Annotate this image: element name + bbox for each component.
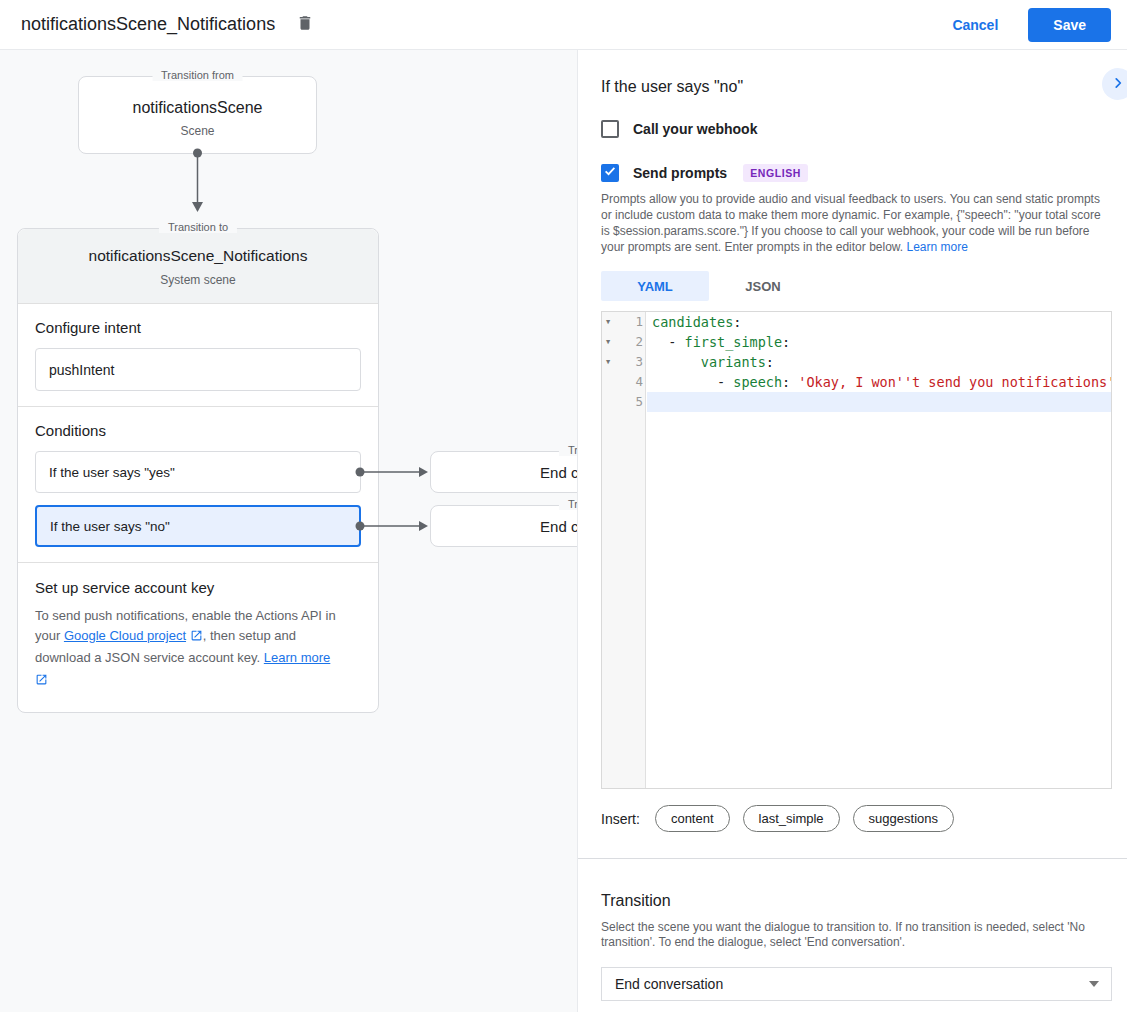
insert-chip-suggestions[interactable]: suggestions <box>853 805 954 832</box>
service-account-section: Set up service account key To send push … <box>18 563 378 712</box>
trash-icon <box>296 14 314 35</box>
transition-to-label: Transition to <box>559 498 578 510</box>
save-button[interactable]: Save <box>1028 8 1111 42</box>
editor-format-tabs: YAMLJSON <box>601 271 1112 301</box>
google-cloud-project-link[interactable]: Google Cloud project <box>64 628 186 643</box>
line-number: 3 <box>617 352 647 372</box>
editor-gutter-cell: 5 <box>602 392 647 412</box>
from-node-title: notificationsScene <box>79 99 316 117</box>
end-conversation-node[interactable]: Transition to End conversation <box>430 505 578 547</box>
transition-heading: Transition <box>601 892 1112 910</box>
editor-code: - speech: 'Okay, I won''t send you notif… <box>647 372 1111 392</box>
from-node-subtitle: Scene <box>79 124 316 138</box>
page-title: notificationsScene_Notifications <box>21 14 275 35</box>
editor-line[interactable]: ▼2 - first_simple: <box>602 332 1111 352</box>
prompts-description-text: Prompts allow you to provide audio and v… <box>601 192 1101 254</box>
service-account-heading: Set up service account key <box>35 579 361 596</box>
webhook-checkbox[interactable] <box>601 120 619 138</box>
webhook-row: Call your webhook <box>601 120 1112 138</box>
editor-gutter-cell: ▼3 <box>602 352 647 372</box>
fold-arrow-icon[interactable]: ▼ <box>602 312 617 332</box>
transition-to-label: Transition to <box>559 444 578 456</box>
collapse-panel-button[interactable] <box>1102 68 1127 100</box>
scene-card-header[interactable]: notificationsScene_Notifications System … <box>18 229 378 304</box>
line-number: 1 <box>617 312 647 332</box>
external-link-icon <box>190 628 203 648</box>
scene-card-subtitle: System scene <box>18 273 378 287</box>
editor-line[interactable]: ▼1candidates: <box>602 312 1111 332</box>
editor-gutter-cell: 4 <box>602 372 647 392</box>
header: notificationsScene_Notifications Cancel … <box>0 0 1127 50</box>
end-node-title: End conversation <box>540 464 578 481</box>
scene-card: Transition to notificationsScene_Notific… <box>17 228 379 713</box>
editor-gutter-cell: ▼2 <box>602 332 647 352</box>
editor-code: - first_simple: <box>647 332 1111 352</box>
intent-item[interactable]: pushIntent <box>35 348 361 391</box>
conditions-heading: Conditions <box>35 422 361 439</box>
end-node-title: End conversation <box>540 518 578 535</box>
section-divider <box>578 858 1127 859</box>
editor-code <box>647 392 1111 412</box>
editor-line[interactable]: 5 <box>602 392 1111 412</box>
editor-line[interactable]: 4 - speech: 'Okay, I won''t send you not… <box>602 372 1111 392</box>
external-link-icon <box>35 672 351 692</box>
condition-item[interactable]: If the user says "no" <box>35 505 361 547</box>
transition-select[interactable]: End conversation <box>601 967 1112 1001</box>
line-number: 2 <box>617 332 647 352</box>
checkmark-icon <box>603 164 617 182</box>
line-number: 5 <box>617 392 647 412</box>
learn-more-link[interactable]: Learn more <box>264 650 330 665</box>
send-prompts-row: Send prompts ENGLISH <box>601 164 1112 182</box>
transition-from-node[interactable]: Transition from notificationsScene Scene <box>78 76 317 154</box>
language-badge: ENGLISH <box>743 164 808 182</box>
learn-more-link[interactable]: Learn more <box>906 240 967 254</box>
editor-gutter-cell: ▼1 <box>602 312 647 332</box>
scene-card-title: notificationsScene_Notifications <box>18 247 378 265</box>
fold-arrow-icon[interactable]: ▼ <box>602 332 617 352</box>
conditions-section: Conditions If the user says "yes"If the … <box>18 407 378 563</box>
tab-json[interactable]: JSON <box>709 271 817 301</box>
tab-yaml[interactable]: YAML <box>601 271 709 301</box>
send-prompts-checkbox[interactable] <box>601 164 619 182</box>
scene-flow-canvas: Transition from notificationsScene Scene… <box>0 50 578 1012</box>
cancel-button[interactable]: Cancel <box>940 9 1010 41</box>
chevron-right-icon <box>1111 76 1125 93</box>
insert-label: Insert: <box>601 811 640 827</box>
line-number: 4 <box>617 372 647 392</box>
configure-intent-heading: Configure intent <box>35 319 361 336</box>
editor-code: candidates: <box>647 312 1111 332</box>
fold-arrow-icon[interactable]: ▼ <box>602 352 617 372</box>
service-account-text: To send push notifications, enable the A… <box>35 606 361 692</box>
send-prompts-label: Send prompts <box>633 165 727 181</box>
transition-description: Select the scene you want the dialogue t… <box>601 920 1112 950</box>
insert-chip-content[interactable]: content <box>655 805 730 832</box>
end-conversation-node[interactable]: Transition to End conversation <box>430 451 578 493</box>
configure-intent-section: Configure intent pushIntent <box>18 304 378 407</box>
editor-code: variants: <box>647 352 1111 372</box>
transition-from-label: Transition from <box>152 69 243 81</box>
condition-detail-panel: If the user says "no" Call your webhook … <box>578 50 1127 1012</box>
insert-chip-last_simple[interactable]: last_simple <box>743 805 840 832</box>
condition-item[interactable]: If the user says "yes" <box>35 451 361 493</box>
editor-line[interactable]: ▼3 variants: <box>602 352 1111 372</box>
prompts-description: Prompts allow you to provide audio and v… <box>601 191 1112 255</box>
transition-select-value: End conversation <box>615 976 723 992</box>
dropdown-caret-icon <box>1089 981 1099 987</box>
transition-to-label: Transition to <box>159 221 237 233</box>
delete-scene-button[interactable] <box>292 10 318 39</box>
insert-row: Insert: content last_simple suggestions <box>601 805 1112 832</box>
prompt-code-editor[interactable]: ▼1candidates:▼2 - first_simple:▼3 varian… <box>601 311 1112 789</box>
webhook-label: Call your webhook <box>633 121 757 137</box>
conditions-list: If the user says "yes" If the user says "… <box>35 451 361 547</box>
detail-title: If the user says "no" <box>601 78 1112 96</box>
